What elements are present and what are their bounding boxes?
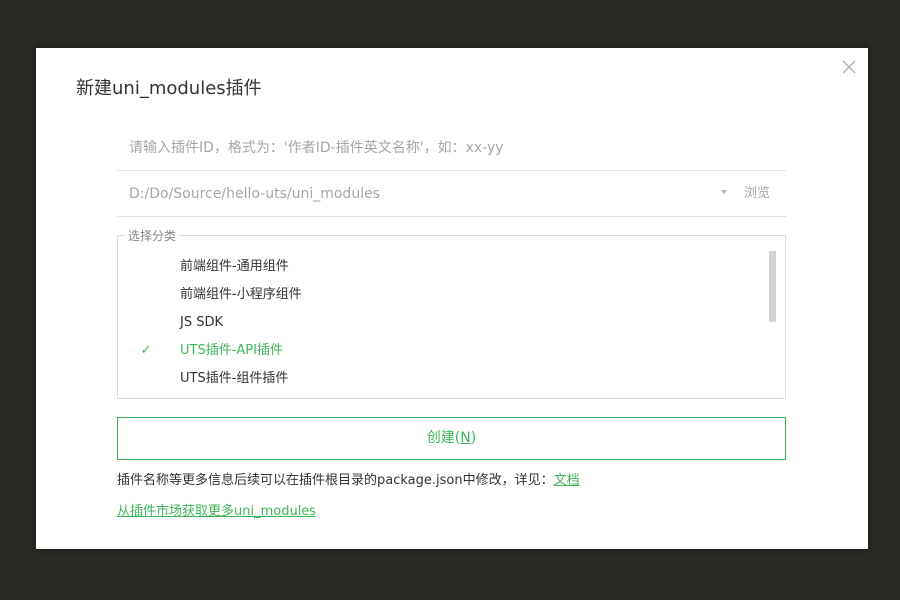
create-button-label: 创建(: [426, 430, 461, 446]
category-scrollbar[interactable]: [769, 251, 776, 322]
dialog-title: 新建uni_modules插件: [76, 78, 262, 99]
category-item-uts-component[interactable]: UTS插件-组件插件: [118, 365, 758, 393]
category-item-uts-api[interactable]: ✓ UTS插件-API插件: [118, 337, 758, 365]
category-item-label: UTS插件-API插件: [180, 343, 283, 358]
chevron-down-icon[interactable]: [721, 190, 727, 194]
create-button-shortcut: N: [460, 430, 471, 446]
category-item-frontend-common[interactable]: 前端组件-通用组件: [118, 253, 758, 281]
browse-button[interactable]: 浏览: [744, 172, 770, 216]
info-note-text: 插件名称等更多信息后续可以在插件根目录的package.json中修改，详见：: [117, 473, 554, 488]
plugin-id-input[interactable]: [129, 126, 769, 170]
info-note: 插件名称等更多信息后续可以在插件根目录的package.json中修改，详见：文…: [117, 469, 580, 488]
category-group: 选择分类 前端组件-通用组件 前端组件-小程序组件 JS SDK ✓ UTS插件…: [117, 227, 786, 399]
docs-link[interactable]: 文档: [554, 473, 580, 488]
category-item-label: UTS插件-组件插件: [180, 371, 289, 386]
plugin-market-link[interactable]: 从插件市场获取更多uni_modules: [117, 504, 316, 519]
plugin-market-link-row: 从插件市场获取更多uni_modules: [117, 500, 316, 519]
location-field[interactable]: D:/Do/Source/hello-uts/uni_modules 浏览: [117, 172, 786, 217]
create-button-suffix: ): [470, 430, 477, 446]
new-uni-modules-dialog: 新建uni_modules插件 D:/Do/Source/hello-uts/u…: [36, 48, 868, 549]
category-item-label: 前端组件-小程序组件: [180, 287, 302, 302]
location-path[interactable]: D:/Do/Source/hello-uts/uni_modules: [129, 172, 380, 216]
category-item-label: 前端组件-通用组件: [180, 259, 289, 274]
category-item-frontend-miniprogram[interactable]: 前端组件-小程序组件: [118, 281, 758, 309]
close-icon[interactable]: [840, 58, 858, 76]
check-icon: ✓: [140, 343, 152, 358]
plugin-id-field: [117, 126, 786, 171]
create-button[interactable]: 创建(N): [117, 417, 786, 460]
category-item-js-sdk[interactable]: JS SDK: [118, 309, 758, 337]
category-item-label: JS SDK: [180, 315, 224, 330]
category-legend: 选择分类: [125, 227, 180, 244]
